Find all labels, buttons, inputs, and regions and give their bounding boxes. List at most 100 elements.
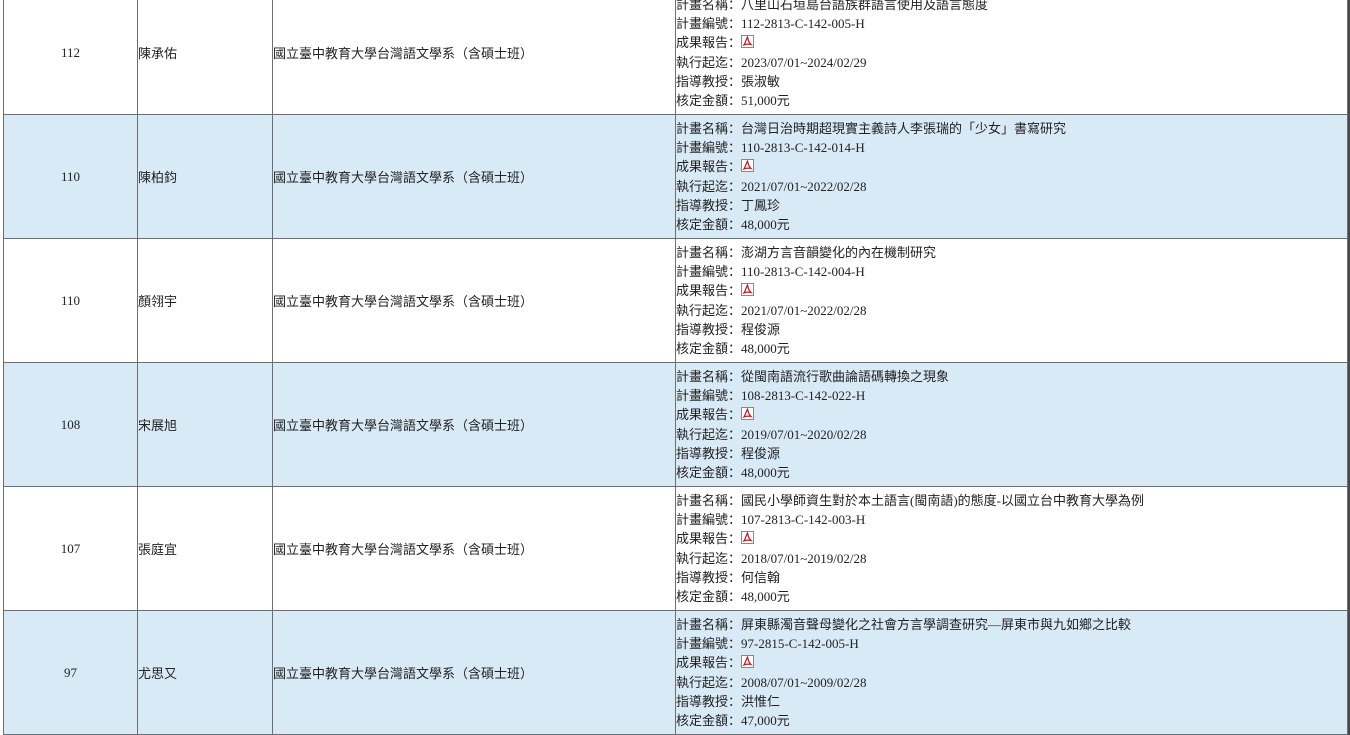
student-name-cell: 顏翎宇 [137, 238, 273, 363]
advisor-label: 指導教授： [676, 197, 742, 213]
plan-id-line: 計畫編號：112-2813-C-142-005-H [676, 14, 1347, 33]
plan-name-value: 台灣日治時期超現實主義詩人李張瑞的「少女」書寫研究 [741, 120, 1067, 136]
report-label: 成果報告： [676, 407, 742, 423]
amount-line: 核定金額：48,000元 [676, 215, 1347, 234]
student-name-cell: 宋展旭 [137, 362, 273, 487]
advisor-value: 張淑敏 [741, 73, 781, 89]
plan-id-value: 110-2813-C-142-004-H [741, 263, 865, 279]
advisor-label: 指導教授： [676, 445, 742, 461]
project-info-cell: 計畫名稱：台灣日治時期超現實主義詩人李張瑞的「少女」書寫研究 計畫編號：110-… [675, 114, 1348, 239]
project-info-cell: 計畫名稱：八里山石垣島台語族群語言使用及語言態度 計畫編號：112-2813-C… [675, 0, 1348, 115]
project-info-cell: 計畫名稱：屏東縣濁音聲母變化之社會方言學調查研究—屏東市與九如鄉之比較 計畫編號… [675, 610, 1348, 735]
project-info-cell: 計畫名稱：從閩南語流行歌曲論語碼轉換之現象 計畫編號：108-2813-C-14… [675, 362, 1348, 487]
report-line: 成果報告： [676, 529, 1347, 548]
amount-value: 51,000元 [741, 93, 790, 109]
plan-name-label: 計畫名稱： [676, 120, 742, 136]
report-label: 成果報告： [676, 531, 742, 547]
pdf-icon[interactable] [741, 530, 755, 545]
report-line: 成果報告： [676, 281, 1347, 300]
year-cell: 107 [3, 486, 138, 611]
table-row: 110 顏翎宇 國立臺中教育大學台灣語文學系（含碩士班） 計畫名稱：澎湖方言音韻… [3, 238, 1348, 363]
advisor-line: 指導教授：張淑敏 [676, 72, 1347, 91]
amount-value: 48,000元 [741, 341, 790, 357]
pdf-icon[interactable] [741, 282, 755, 297]
table-row: 110 陳柏鈞 國立臺中教育大學台灣語文學系（含碩士班） 計畫名稱：台灣日治時期… [3, 114, 1348, 239]
plan-id-label: 計畫編號： [676, 15, 742, 31]
advisor-line: 指導教授：何信翰 [676, 568, 1347, 587]
amount-line: 核定金額：48,000元 [676, 587, 1347, 606]
advisor-label: 指導教授： [676, 693, 742, 709]
pdf-icon[interactable] [741, 34, 755, 49]
report-line: 成果報告： [676, 33, 1347, 52]
amount-value: 48,000元 [741, 465, 790, 481]
plan-id-label: 計畫編號： [676, 511, 742, 527]
period-label: 執行起迄： [676, 674, 742, 690]
plan-id-label: 計畫編號： [676, 139, 742, 155]
period-line: 執行起迄：2008/07/01~2009/02/28 [676, 673, 1347, 692]
department-cell: 國立臺中教育大學台灣語文學系（含碩士班） [272, 114, 676, 239]
plan-id-label: 計畫編號： [676, 387, 742, 403]
advisor-line: 指導教授：洪惟仁 [676, 692, 1347, 711]
table-row: 108 宋展旭 國立臺中教育大學台灣語文學系（含碩士班） 計畫名稱：從閩南語流行… [3, 362, 1348, 487]
advisor-line: 指導教授：程俊源 [676, 320, 1347, 339]
plan-name-label: 計畫名稱： [676, 368, 742, 384]
amount-value: 48,000元 [741, 589, 790, 605]
year-cell: 110 [3, 114, 138, 239]
plan-id-line: 計畫編號：110-2813-C-142-004-H [676, 262, 1347, 281]
amount-line: 核定金額：47,000元 [676, 711, 1347, 730]
plan-id-value: 108-2813-C-142-022-H [741, 387, 866, 403]
report-label: 成果報告： [676, 655, 742, 671]
year-cell: 108 [3, 362, 138, 487]
year-cell: 112 [3, 0, 138, 115]
plan-id-label: 計畫編號： [676, 263, 742, 279]
report-line: 成果報告： [676, 653, 1347, 672]
period-line: 執行起迄：2023/07/01~2024/02/29 [676, 53, 1347, 72]
amount-label: 核定金額： [676, 465, 742, 481]
plan-id-value: 112-2813-C-142-005-H [741, 15, 865, 31]
amount-label: 核定金額： [676, 217, 742, 233]
year-cell: 110 [3, 238, 138, 363]
student-name-cell: 陳承佑 [137, 0, 273, 115]
results-viewport: 112 陳承佑 國立臺中教育大學台灣語文學系（含碩士班） 計畫名稱：八里山石垣島… [0, 0, 1350, 735]
department-cell: 國立臺中教育大學台灣語文學系（含碩士班） [272, 0, 676, 115]
plan-id-line: 計畫編號：108-2813-C-142-022-H [676, 386, 1347, 405]
advisor-value: 洪惟仁 [741, 693, 781, 709]
period-value: 2021/07/01~2022/02/28 [741, 302, 867, 318]
year-cell: 97 [3, 610, 138, 735]
report-label: 成果報告： [676, 283, 742, 299]
department-cell: 國立臺中教育大學台灣語文學系（含碩士班） [272, 610, 676, 735]
pdf-icon[interactable] [741, 654, 755, 669]
period-value: 2021/07/01~2022/02/28 [741, 178, 867, 194]
plan-id-label: 計畫編號： [676, 635, 742, 651]
amount-label: 核定金額： [676, 713, 742, 729]
plan-name-value: 屏東縣濁音聲母變化之社會方言學調查研究—屏東市與九如鄉之比較 [741, 616, 1132, 632]
amount-line: 核定金額：51,000元 [676, 91, 1347, 110]
advisor-line: 指導教授：丁鳳珍 [676, 196, 1347, 215]
period-label: 執行起迄： [676, 302, 742, 318]
plan-name-value: 八里山石垣島台語族群語言使用及語言態度 [741, 0, 989, 12]
period-label: 執行起迄： [676, 550, 742, 566]
department-cell: 國立臺中教育大學台灣語文學系（含碩士班） [272, 486, 676, 611]
plan-id-line: 計畫編號：107-2813-C-142-003-H [676, 510, 1347, 529]
advisor-value: 程俊源 [741, 321, 781, 337]
project-info-cell: 計畫名稱：澎湖方言音韻變化的內在機制研究 計畫編號：110-2813-C-142… [675, 238, 1348, 363]
project-info-cell: 計畫名稱：國民小學師資生對於本土語言(閩南語)的態度-以國立台中教育大學為例 計… [675, 486, 1348, 611]
period-value: 2019/07/01~2020/02/28 [741, 426, 867, 442]
period-label: 執行起迄： [676, 426, 742, 442]
plan-name-label: 計畫名稱： [676, 492, 742, 508]
period-line: 執行起迄：2019/07/01~2020/02/28 [676, 425, 1347, 444]
advisor-value: 丁鳳珍 [741, 197, 781, 213]
report-line: 成果報告： [676, 405, 1347, 424]
amount-line: 核定金額：48,000元 [676, 463, 1347, 482]
plan-id-line: 計畫編號：110-2813-C-142-014-H [676, 138, 1347, 157]
plan-id-value: 97-2815-C-142-005-H [741, 635, 859, 651]
plan-name-label: 計畫名稱： [676, 0, 742, 12]
pdf-icon[interactable] [741, 158, 755, 173]
plan-name-value: 從閩南語流行歌曲論語碼轉換之現象 [741, 368, 950, 384]
plan-id-line: 計畫編號：97-2815-C-142-005-H [676, 634, 1347, 653]
advisor-value: 何信翰 [741, 569, 781, 585]
pdf-icon[interactable] [741, 406, 755, 421]
period-line: 執行起迄：2021/07/01~2022/02/28 [676, 177, 1347, 196]
amount-line: 核定金額：48,000元 [676, 339, 1347, 358]
period-line: 執行起迄：2021/07/01~2022/02/28 [676, 301, 1347, 320]
